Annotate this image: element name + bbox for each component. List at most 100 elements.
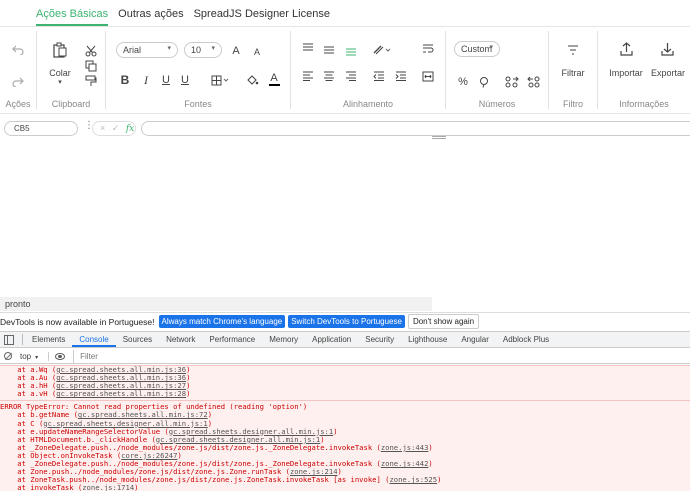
tab-outras-acoes[interactable]: Outras ações <box>118 8 183 26</box>
notification-message: DevTools is now available in Portuguese! <box>0 316 155 327</box>
font-family-select[interactable]: Arial ▾ <box>116 42 178 58</box>
increase-font-icon[interactable]: A <box>229 44 243 58</box>
filter-label[interactable]: Filtrar <box>549 68 597 78</box>
devtools-tab-angular[interactable]: Angular <box>454 332 496 347</box>
group-acoes: Ações <box>0 27 36 115</box>
source-link[interactable]: zone.js:525 <box>389 475 437 484</box>
match-language-button[interactable]: Always match Chrome's language <box>158 315 286 328</box>
inspect-icon[interactable] <box>4 334 14 345</box>
merge-cells-icon[interactable] <box>421 69 435 83</box>
group-alinhamento: Alinhamento <box>291 27 445 115</box>
tab-acoes-basicas[interactable]: Ações Básicas <box>36 8 109 26</box>
percent-icon[interactable]: % <box>456 75 470 89</box>
align-center-icon[interactable] <box>322 69 336 83</box>
console-filter-input[interactable]: Filter <box>73 349 98 363</box>
number-format-select[interactable]: Custom ▾ <box>454 41 500 57</box>
stack-line: at a.vH (gc.spread.sheets.all.min.js:28) <box>0 390 690 398</box>
group-label-numeros: Números <box>478 99 516 109</box>
format-painter-icon[interactable] <box>84 74 98 88</box>
font-family-value: Arial <box>123 45 142 55</box>
ribbon: Ações Colar ▾ Clipboard Arial ▾ 10 ▾ A A B… <box>0 26 690 114</box>
group-label-fontes: Fontes <box>184 99 212 109</box>
devtools-tab-performance[interactable]: Performance <box>202 332 262 347</box>
font-size-value: 10 <box>191 45 202 55</box>
stack-trace-block: at a.Wq (gc.spread.sheets.all.min.js:36)… <box>0 366 690 398</box>
decrease-decimal-icon[interactable] <box>526 75 542 89</box>
chevron-down-icon: ▾ <box>211 45 215 52</box>
paste-label[interactable]: Colar <box>45 68 75 78</box>
stack-line-text: at invokeTask ( <box>0 483 83 491</box>
underline-icon[interactable]: U <box>159 73 173 87</box>
stack-line-text: ) <box>428 459 433 469</box>
eye-icon[interactable] <box>55 352 66 360</box>
divider <box>0 398 690 402</box>
align-middle-icon[interactable] <box>322 43 336 57</box>
group-label-alinhamento: Alinhamento <box>342 99 394 109</box>
formula-controls[interactable]: × ✓ fx <box>92 121 136 136</box>
align-bottom-icon[interactable] <box>344 44 358 58</box>
decrease-indent-icon[interactable] <box>372 69 386 83</box>
formula-cancel-confirm[interactable]: × ✓ <box>100 123 121 133</box>
align-left-icon[interactable] <box>301 69 315 83</box>
undo-icon[interactable] <box>11 43 25 57</box>
fill-color-icon[interactable] <box>245 73 259 87</box>
source-link[interactable]: gc.spread.sheets.all.min.js:28 <box>56 389 186 398</box>
orientation-icon[interactable] <box>371 42 393 56</box>
console-output: at a.Wq (gc.spread.sheets.all.min.js:36)… <box>0 365 690 491</box>
source-link[interactable]: zone.js:442 <box>381 459 429 468</box>
group-label-informacoes: Informações <box>619 99 669 109</box>
bold-icon[interactable]: B <box>118 73 132 87</box>
copy-icon[interactable] <box>84 59 98 73</box>
paste-caret-icon[interactable]: ▾ <box>45 78 75 86</box>
devtools-tab-memory[interactable]: Memory <box>262 332 305 347</box>
source-link[interactable]: zone.js:443 <box>381 443 429 452</box>
fx-icon[interactable]: fx <box>126 124 134 134</box>
switch-language-button[interactable]: Switch DevTools to Portuguese <box>288 315 405 328</box>
cut-icon[interactable] <box>84 44 98 58</box>
align-top-icon[interactable] <box>301 41 315 55</box>
align-right-icon[interactable] <box>344 69 358 83</box>
chevron-down-icon: ▾ <box>167 45 171 52</box>
group-label-acoes: Ações <box>5 99 31 109</box>
wrap-text-icon[interactable] <box>421 42 435 56</box>
group-clipboard: Colar ▾ Clipboard <box>37 27 105 115</box>
import-icon[interactable] <box>618 41 634 57</box>
name-box[interactable]: CB5 <box>4 121 78 136</box>
font-size-select[interactable]: 10 ▾ <box>184 42 222 58</box>
export-label[interactable]: Exportar <box>648 68 688 78</box>
decrease-font-icon[interactable]: A <box>251 45 263 59</box>
devtools-tab-application[interactable]: Application <box>305 332 358 347</box>
stack-line-text: ) <box>428 442 433 452</box>
spreadsheet-area[interactable] <box>0 141 690 296</box>
devtools-tab-console[interactable]: Console <box>72 332 116 347</box>
italic-icon[interactable]: I <box>139 73 153 87</box>
formula-input[interactable] <box>141 121 690 136</box>
redo-icon[interactable] <box>11 75 25 89</box>
import-label[interactable]: Importar <box>606 68 646 78</box>
filter-icon[interactable] <box>566 43 580 57</box>
status-text: pronto <box>5 299 31 309</box>
double-underline-icon[interactable]: U <box>178 73 192 87</box>
border-icon[interactable] <box>210 73 230 87</box>
font-color-icon[interactable]: A <box>267 71 281 87</box>
splitter-handle[interactable] <box>432 136 446 139</box>
increase-indent-icon[interactable] <box>394 69 408 83</box>
devtools-tab-security[interactable]: Security <box>358 332 401 347</box>
comma-style-icon[interactable] <box>477 75 491 89</box>
tab-designer-license[interactable]: SpreadJS Designer License <box>194 8 330 26</box>
devtools-tab-sources[interactable]: Sources <box>116 332 159 347</box>
paste-icon[interactable] <box>52 41 68 59</box>
devtools-tab-elements[interactable]: Elements <box>25 332 72 347</box>
devtools-tab-adblock[interactable]: Adblock Plus <box>496 332 556 347</box>
export-icon[interactable] <box>659 41 675 57</box>
clear-console-icon[interactable] <box>4 352 12 360</box>
context-value: top <box>20 351 32 361</box>
devtools-tabs: Elements Console Sources Network Perform… <box>0 331 690 348</box>
increase-decimal-icon[interactable] <box>504 75 520 89</box>
source-link[interactable]: zone.js:1714 <box>82 483 134 491</box>
dont-show-again-button[interactable]: Don't show again <box>407 314 480 329</box>
devtools-tab-lighthouse[interactable]: Lighthouse <box>401 332 454 347</box>
context-select[interactable]: top ▾ <box>20 351 50 361</box>
devtools-tab-network[interactable]: Network <box>159 332 202 347</box>
stack-line-text: ) <box>186 389 191 399</box>
